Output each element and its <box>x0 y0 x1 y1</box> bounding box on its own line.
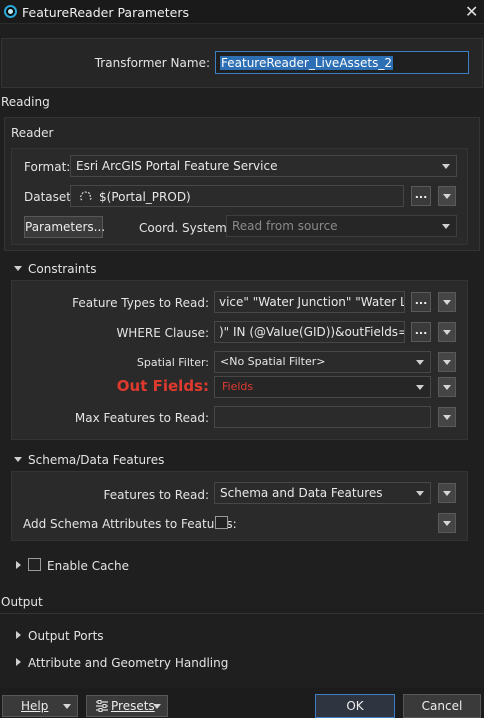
help-label: Help <box>21 699 49 713</box>
transformer-name-input[interactable]: FeatureReader_LiveAssets_2 <box>215 51 469 74</box>
dataset-icon <box>79 189 93 206</box>
chevron-down-icon <box>442 164 450 169</box>
feature-types-label: Feature Types to Read: <box>72 296 209 310</box>
where-clause-menu-button[interactable] <box>438 322 456 342</box>
feature-types-menu-button[interactable] <box>438 292 456 312</box>
format-value: Esri ArcGIS Portal Feature Service <box>76 159 278 173</box>
format-select[interactable]: Esri ArcGIS Portal Feature Service <box>70 155 457 177</box>
max-features-input[interactable] <box>214 406 431 428</box>
schema-section-label: Schema/Data Features <box>28 453 165 467</box>
reading-section-label: Reading <box>1 95 50 109</box>
collapse-arrow-icon[interactable] <box>14 266 22 271</box>
add-schema-label: Add Schema Attributes to Features: <box>23 517 237 531</box>
format-label: Format: <box>24 160 71 174</box>
where-clause-field[interactable]: )" IN (@Value(GID))&outFields=GID <box>214 321 405 343</box>
enable-cache-checkbox[interactable] <box>28 558 41 571</box>
presets-button[interactable]: Presets <box>86 695 168 717</box>
out-fields-menu-button[interactable] <box>438 377 456 397</box>
presets-label: Presets <box>111 699 155 713</box>
chevron-down-icon <box>416 491 424 496</box>
parameters-button[interactable]: Parameters... <box>24 216 105 238</box>
add-schema-checkbox[interactable] <box>215 516 228 529</box>
output-section-label: Output <box>1 595 43 609</box>
dataset-browse-button[interactable]: ... <box>411 186 431 206</box>
fme-app-icon <box>4 5 17 18</box>
chevron-down-icon <box>63 704 71 709</box>
output-divider <box>0 613 484 614</box>
chevron-down-icon <box>416 385 424 390</box>
feature-types-field[interactable]: vice" "Water Junction" "Water Line" <box>214 291 405 313</box>
expand-arrow-icon[interactable] <box>16 561 21 569</box>
cancel-button[interactable]: Cancel <box>403 694 481 718</box>
max-features-label: Max Features to Read: <box>74 411 209 425</box>
collapse-arrow-icon[interactable] <box>14 457 22 462</box>
dataset-value: $(Portal_PROD) <box>99 190 191 204</box>
spatial-filter-menu-button[interactable] <box>438 352 456 372</box>
help-button[interactable]: Help <box>2 695 78 717</box>
add-schema-menu-button[interactable] <box>438 513 456 533</box>
features-to-read-menu-button[interactable] <box>438 483 456 503</box>
spatial-filter-value: <No Spatial Filter> <box>220 355 326 368</box>
attribute-geometry-label[interactable]: Attribute and Geometry Handling <box>28 656 228 670</box>
reader-group-label: Reader <box>11 126 54 140</box>
where-clause-label: WHERE Clause: <box>116 326 209 340</box>
spatial-filter-select[interactable]: <No Spatial Filter> <box>214 351 431 373</box>
out-fields-label: Out Fields: <box>116 377 209 395</box>
chevron-down-icon <box>153 704 161 709</box>
transformer-name-value: FeatureReader_LiveAssets_2 <box>220 56 394 70</box>
where-clause-value: )" IN (@Value(GID))&outFields=GID <box>219 325 404 339</box>
constraints-section-label: Constraints <box>28 262 97 276</box>
ok-button[interactable]: OK <box>315 694 395 718</box>
expand-arrow-icon[interactable] <box>16 658 21 666</box>
transformer-name-label: Transformer Name: <box>94 56 210 70</box>
coord-system-label: Coord. System: <box>139 221 231 235</box>
presets-icon <box>95 698 109 718</box>
features-to-read-value: Schema and Data Features <box>220 486 383 500</box>
dataset-field[interactable]: $(Portal_PROD) <box>70 185 404 207</box>
coord-system-select[interactable]: Read from source <box>226 215 457 237</box>
chevron-down-icon <box>416 360 424 365</box>
feature-types-browse-button[interactable]: ... <box>411 292 431 312</box>
dataset-menu-button[interactable] <box>438 186 456 206</box>
out-fields-select[interactable]: Fields <box>214 376 431 398</box>
max-features-menu-button[interactable] <box>438 407 456 427</box>
spatial-filter-label: Spatial Filter: <box>136 356 209 369</box>
dataset-label: Dataset: <box>24 190 76 204</box>
feature-types-value: vice" "Water Junction" "Water Line" <box>219 295 404 309</box>
out-fields-value: Fields <box>222 380 254 393</box>
output-ports-label[interactable]: Output Ports <box>28 629 104 643</box>
coord-system-placeholder: Read from source <box>232 219 338 233</box>
window-title: FeatureReader Parameters <box>22 5 189 20</box>
features-to-read-select[interactable]: Schema and Data Features <box>214 482 431 504</box>
enable-cache-label: Enable Cache <box>47 559 130 573</box>
expand-arrow-icon[interactable] <box>16 631 21 639</box>
chevron-down-icon <box>442 224 450 229</box>
features-to-read-label: Features to Read: <box>103 488 209 502</box>
where-clause-browse-button[interactable]: ... <box>411 322 431 342</box>
close-icon[interactable]: ✕ <box>465 2 478 21</box>
